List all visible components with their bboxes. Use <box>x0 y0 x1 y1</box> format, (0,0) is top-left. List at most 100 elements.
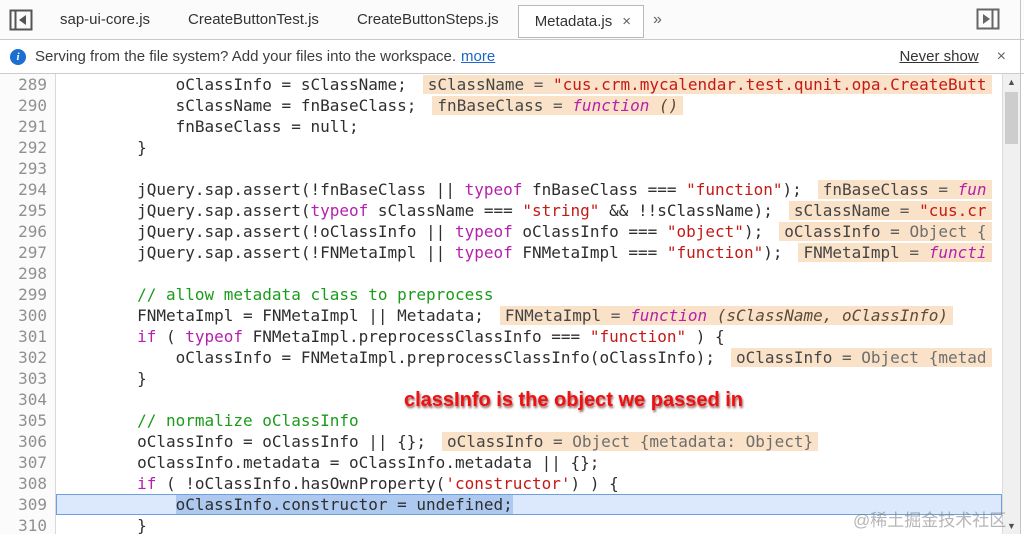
scrollbar-thumb[interactable] <box>1005 92 1018 144</box>
line-number[interactable]: 307 <box>0 452 56 473</box>
line-number[interactable]: 305 <box>0 410 56 431</box>
code-text[interactable]: oClassInfo = sClassName; sClassName = "cu… <box>56 74 1002 95</box>
code-line[interactable]: 294 jQuery.sap.assert(!fnBaseClass || ty… <box>0 179 1002 200</box>
line-number[interactable]: 298 <box>0 263 56 284</box>
scroll-up-arrow-icon[interactable]: ▲ <box>1003 74 1020 90</box>
line-number[interactable]: 291 <box>0 116 56 137</box>
code-line[interactable]: 306 oClassInfo = oClassInfo || {}; oClass… <box>0 431 1002 452</box>
code-text[interactable]: if ( !oClassInfo.hasOwnProperty('constru… <box>56 473 1002 494</box>
code-token: jQuery.sap.assert(!oClassInfo || <box>60 222 455 241</box>
code-line[interactable]: 302 oClassInfo = FNMetaImpl.preprocessCl… <box>0 347 1002 368</box>
code-text[interactable]: } <box>56 137 1002 158</box>
show-navigator-icon[interactable] <box>9 9 33 31</box>
line-number[interactable]: 308 <box>0 473 56 494</box>
code-text[interactable]: oClassInfo = FNMetaImpl.preprocessClassI… <box>56 347 1002 368</box>
line-number[interactable]: 301 <box>0 326 56 347</box>
widget-token: "cus.cr <box>919 201 987 220</box>
more-link[interactable]: more <box>461 48 495 65</box>
code-line[interactable]: 298 <box>0 263 1002 284</box>
tab-overflow-chevron-icon[interactable]: » <box>644 11 671 29</box>
code-token: if <box>137 327 157 346</box>
code-line[interactable]: 305 // normalize oClassInfo <box>0 410 1002 431</box>
code-text[interactable]: jQuery.sap.assert(!fnBaseClass || typeof… <box>56 179 1002 200</box>
line-number[interactable]: 297 <box>0 242 56 263</box>
code-line[interactable]: 301 if ( typeof FNMetaImpl.preprocessCla… <box>0 326 1002 347</box>
line-number[interactable]: 300 <box>0 305 56 326</box>
code-text[interactable]: jQuery.sap.assert(!FNMetaImpl || typeof … <box>56 242 1002 263</box>
code-token: sClassName = fnBaseClass; <box>60 96 417 115</box>
code-line[interactable]: 299 // allow metadata class to preproces… <box>0 284 1002 305</box>
code-line[interactable]: 293 <box>0 158 1002 179</box>
vertical-scrollbar[interactable]: ▲ ▼ <box>1002 74 1020 534</box>
line-number[interactable]: 293 <box>0 158 56 179</box>
line-number[interactable]: 290 <box>0 95 56 116</box>
line-number[interactable]: 304 <box>0 389 56 410</box>
code-line[interactable]: 310 } <box>0 515 1002 534</box>
tab-createbuttonsteps[interactable]: CreateButtonSteps.js <box>338 0 518 39</box>
code-token: 'constructor' <box>445 474 571 493</box>
code-text[interactable]: oClassInfo.metadata = oClassInfo.metadat… <box>56 452 1002 473</box>
line-number[interactable]: 306 <box>0 431 56 452</box>
line-number[interactable]: 296 <box>0 221 56 242</box>
code-line[interactable]: 300 FNMetaImpl = FNMetaImpl || Metadata;… <box>0 305 1002 326</box>
code-text[interactable]: fnBaseClass = null; <box>56 116 1002 137</box>
code-text[interactable] <box>56 263 1002 284</box>
inline-eval-widget: oClassInfo = Object {metad <box>731 348 992 367</box>
widget-token: Object {metadata: Object} <box>572 432 814 451</box>
code-text[interactable]: // allow metadata class to preprocess <box>56 284 1002 305</box>
code-token: // allow metadata class to preprocess <box>60 285 494 304</box>
show-debugger-panel-icon[interactable] <box>976 8 1000 35</box>
line-number[interactable]: 303 <box>0 368 56 389</box>
code-line[interactable]: 295 jQuery.sap.assert(typeof sClassName … <box>0 200 1002 221</box>
tab-label: CreateButtonSteps.js <box>356 11 499 28</box>
code-line[interactable]: 308 if ( !oClassInfo.hasOwnProperty('con… <box>0 473 1002 494</box>
code-line[interactable]: 297 jQuery.sap.assert(!FNMetaImpl || typ… <box>0 242 1002 263</box>
line-number[interactable]: 302 <box>0 347 56 368</box>
line-number[interactable]: 295 <box>0 200 56 221</box>
code-editor[interactable]: 289 oClassInfo = sClassName; sClassName =… <box>0 74 1002 534</box>
line-number[interactable]: 299 <box>0 284 56 305</box>
code-token: typeof <box>185 327 244 346</box>
red-annotation-text: classInfo is the object we passed in <box>404 389 743 411</box>
line-number[interactable]: 309 <box>0 494 56 515</box>
line-number[interactable]: 292 <box>0 137 56 158</box>
info-message: Serving from the file system? Add your f… <box>35 48 457 65</box>
code-text[interactable]: // normalize oClassInfo <box>56 410 1002 431</box>
code-token: if <box>137 474 157 493</box>
code-line[interactable]: 307 oClassInfo.metadata = oClassInfo.met… <box>0 452 1002 473</box>
tab-metadata-active[interactable]: Metadata.js × <box>517 4 644 38</box>
code-text[interactable]: sClassName = fnBaseClass; fnBaseClass = f… <box>56 95 1002 116</box>
code-token: "function" <box>666 243 764 262</box>
widget-token: Object {metad <box>861 348 987 367</box>
tab-createbuttontest[interactable]: CreateButtonTest.js <box>169 0 338 39</box>
code-token: ) ) { <box>570 474 619 493</box>
widget-token: FNMetaImpl <box>803 243 900 262</box>
code-line[interactable]: 290 sClassName = fnBaseClass; fnBaseClass… <box>0 95 1002 116</box>
code-text[interactable] <box>56 158 1002 179</box>
workspace-info-bar: i Serving from the file system? Add your… <box>0 40 1024 74</box>
code-text[interactable]: if ( typeof FNMetaImpl.preprocessClassIn… <box>56 326 1002 347</box>
code-text[interactable]: } <box>56 368 1002 389</box>
code-line[interactable]: 292 } <box>0 137 1002 158</box>
code-line[interactable]: 289 oClassInfo = sClassName; sClassName =… <box>0 74 1002 95</box>
widget-token: = <box>524 75 554 94</box>
code-text[interactable]: jQuery.sap.assert(typeof sClassName === … <box>56 200 1002 221</box>
never-show-link[interactable]: Never show <box>899 48 978 65</box>
code-token: } <box>60 516 147 534</box>
code-text[interactable]: jQuery.sap.assert(!oClassInfo || typeof … <box>56 221 1002 242</box>
infobar-close-icon[interactable]: × <box>997 48 1006 66</box>
line-number[interactable]: 310 <box>0 515 56 534</box>
widget-token: "cus.crm.mycalendar.test.qunit.opa.Creat… <box>553 75 987 94</box>
code-text[interactable]: FNMetaImpl = FNMetaImpl || Metadata; FNMe… <box>56 305 1002 326</box>
line-number[interactable]: 289 <box>0 74 56 95</box>
code-line[interactable]: 296 jQuery.sap.assert(!oClassInfo || typ… <box>0 221 1002 242</box>
line-number[interactable]: 294 <box>0 179 56 200</box>
tab-sap-ui-core[interactable]: sap-ui-core.js <box>41 0 169 39</box>
tab-close-icon[interactable]: × <box>622 14 631 29</box>
inline-eval-widget: sClassName = "cus.cr <box>788 201 992 220</box>
widget-token: Object { <box>909 222 987 241</box>
code-text[interactable]: oClassInfo = oClassInfo || {}; oClassInfo… <box>56 431 1002 452</box>
code-line[interactable]: 309 oClassInfo.constructor = undefined; <box>0 494 1002 515</box>
code-line[interactable]: 291 fnBaseClass = null; <box>0 116 1002 137</box>
code-line[interactable]: 303 } <box>0 368 1002 389</box>
